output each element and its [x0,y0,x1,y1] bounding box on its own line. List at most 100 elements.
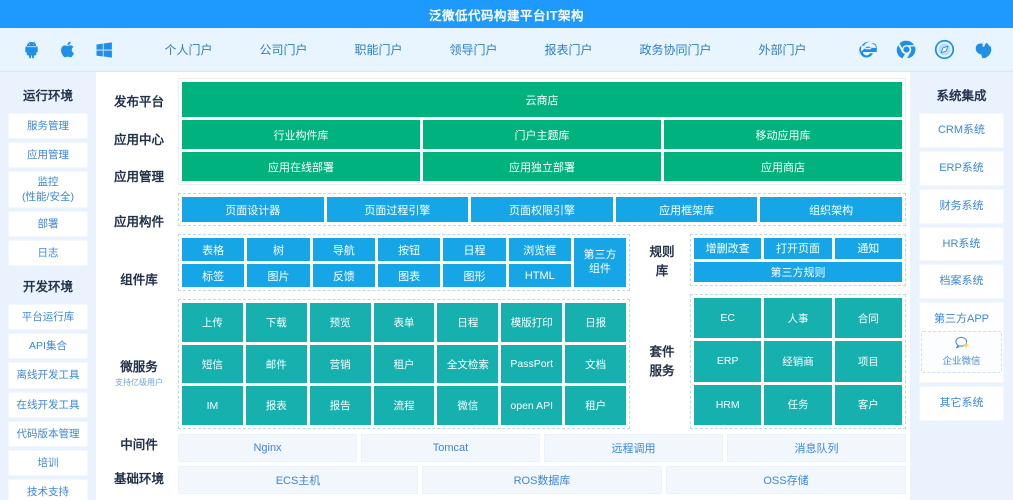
nav-item-external-portal[interactable]: 外部门户 [758,41,806,58]
sidebar-item-log[interactable]: 日志 [8,239,88,267]
app-center-mobile-app-lib[interactable]: 移动应用库 [664,120,902,149]
sidebar-item-online-dev-tools[interactable]: 在线开发工具 [8,391,88,418]
sidebar-item-finance-system[interactable]: 财务系统 [919,188,1004,224]
middleware-nginx[interactable]: Nginx [178,434,357,462]
microservice-im[interactable]: IM [182,386,243,426]
microservice-download[interactable]: 下载 [245,303,307,342]
microservice-tenant[interactable]: 租户 [373,344,435,384]
suite-dealer[interactable]: 经销商 [764,341,832,382]
sidebar-item-erp-system[interactable]: ERP系统 [919,150,1004,186]
nav-item-report-portal[interactable]: 报表门户 [544,41,592,58]
rule-open-page[interactable]: 打开页面 [764,238,832,259]
sidebar-item-service-manage[interactable]: 服务管理 [8,113,88,140]
base-env-ros-database[interactable]: ROS数据库 [422,466,662,494]
sidebar-item-tech-support[interactable]: 技术支持 [8,479,88,500]
nav-item-leader-portal[interactable]: 领导门户 [449,41,497,58]
microservice-report[interactable]: 报表 [245,386,307,426]
middleware-message-queue[interactable]: 消息队列 [727,434,906,462]
suite-erp[interactable]: ERP [694,341,762,382]
microservice-upload[interactable]: 上传 [182,303,243,342]
sidebar-item-deploy[interactable]: 部署 [8,210,88,237]
sidebar-item-crm-system[interactable]: CRM系统 [919,113,1004,148]
component-feedback[interactable]: 反馈 [312,264,375,287]
sidebar-item-third-party-app[interactable]: 第三方APP 企业微信 [919,302,1004,383]
sidebar-item-archive-system[interactable]: 档案系统 [919,264,1004,300]
rule-crud[interactable]: 增删改查 [694,238,762,259]
suite-project[interactable]: 项目 [834,341,902,382]
component-third-party[interactable]: 第三方 组件 [574,238,626,287]
suite-ec[interactable]: EC [694,298,762,339]
microservice-daily-report[interactable]: 日报 [565,303,627,342]
rule-notify[interactable]: 通知 [834,238,902,259]
microservice-tenant-2[interactable]: 租户 [565,386,627,426]
microservice-workflow[interactable]: 流程 [373,386,435,426]
app-component-org-structure[interactable]: 组织架构 [760,197,902,222]
component-tag[interactable]: 标签 [182,264,245,287]
base-env-ecs-host[interactable]: ECS主机 [178,466,418,494]
sidebar-item-hr-system[interactable]: HR系统 [919,226,1004,262]
suite-customer[interactable]: 客户 [834,384,902,425]
component-tree[interactable]: 树 [247,238,310,261]
nav-item-company-portal[interactable]: 公司门户 [259,41,307,58]
component-chart[interactable]: 图表 [377,264,441,287]
microservice-email[interactable]: 邮件 [245,344,307,384]
microservice-document[interactable]: 文档 [565,344,627,384]
sidebar-item-offline-dev-tools[interactable]: 离线开发工具 [8,362,88,389]
firefox-icon[interactable] [972,39,993,60]
microservice-report-doc[interactable]: 报告 [309,386,371,426]
sidebar-item-platform-runtime-lib[interactable]: 平台运行库 [8,304,88,331]
sidebar-item-code-version-manage[interactable]: 代码版本管理 [8,420,88,447]
microservice-passport[interactable]: PassPort [501,344,563,384]
app-center-industry-component-lib[interactable]: 行业构件库 [182,120,420,149]
app-component-page-permission-engine[interactable]: 页面权限引擎 [471,197,613,222]
safari-icon[interactable] [934,39,955,60]
component-nav[interactable]: 导航 [312,238,375,261]
microservice-fulltext-search[interactable]: 全文检索 [437,344,499,384]
middleware-tomcat[interactable]: Tomcat [361,434,540,462]
app-manage-online-deploy[interactable]: 应用在线部署 [182,152,420,181]
middleware-remote-call[interactable]: 远程调用 [544,434,723,462]
app-component-page-process-engine[interactable]: 页面过程引擎 [326,197,469,222]
rule-third-party[interactable]: 第三方规则 [694,261,902,282]
sidebar-item-monitoring[interactable]: 监控 (性能/安全) [8,171,88,208]
component-schedule[interactable]: 日程 [443,238,506,261]
windows-icon[interactable] [95,41,113,59]
microservice-form[interactable]: 表单 [373,303,435,342]
app-center-portal-theme-lib[interactable]: 门户主题库 [423,120,661,149]
microservice-preview[interactable]: 预览 [309,303,371,342]
nav-item-government-collab-portal[interactable]: 政务协同门户 [639,41,711,58]
component-graphic[interactable]: 图形 [443,264,506,287]
microservice-template-print[interactable]: 模版打印 [501,303,563,342]
component-image[interactable]: 图片 [247,264,310,287]
base-env-oss-storage[interactable]: OSS存储 [666,466,906,494]
apple-icon[interactable] [59,40,77,59]
suite-hrm[interactable]: HRM [694,384,762,425]
microservice-schedule[interactable]: 日程 [437,303,499,342]
sidebar-item-app-manage[interactable]: 应用管理 [8,142,88,169]
app-manage-app-store[interactable]: 应用商店 [664,152,902,181]
component-html[interactable]: HTML [508,264,571,287]
microservice-sms[interactable]: 短信 [182,344,243,384]
component-table[interactable]: 表格 [182,238,245,261]
suite-task[interactable]: 任务 [764,384,832,425]
app-component-page-designer[interactable]: 页面设计器 [182,197,324,222]
cloud-store-block[interactable]: 云商店 [182,82,902,117]
microservice-open-api[interactable]: open API [501,386,563,426]
component-button[interactable]: 按钮 [377,238,441,261]
sidebar-item-other-system[interactable]: 其它系统 [919,385,1004,421]
suite-contract[interactable]: 合同 [834,298,902,339]
sidebar-item-training[interactable]: 培训 [8,449,88,477]
android-icon[interactable] [22,40,41,59]
app-component-app-framework-lib[interactable]: 应用框架库 [615,197,758,222]
component-browser-box[interactable]: 浏览框 [508,238,571,261]
microservice-wechat[interactable]: 微信 [437,386,499,426]
chrome-icon[interactable] [896,39,917,60]
microservice-marketing[interactable]: 营销 [309,344,371,384]
app-manage-standalone-deploy[interactable]: 应用独立部署 [423,152,661,181]
wechat-work-card[interactable]: 企业微信 [921,331,1002,373]
internet-explorer-icon[interactable] [858,39,879,60]
nav-item-personal-portal[interactable]: 个人门户 [164,41,212,58]
sidebar-item-api-collection[interactable]: API集合 [8,333,88,360]
suite-hr-affairs[interactable]: 人事 [764,298,832,339]
nav-item-function-portal[interactable]: 职能门户 [354,41,402,58]
